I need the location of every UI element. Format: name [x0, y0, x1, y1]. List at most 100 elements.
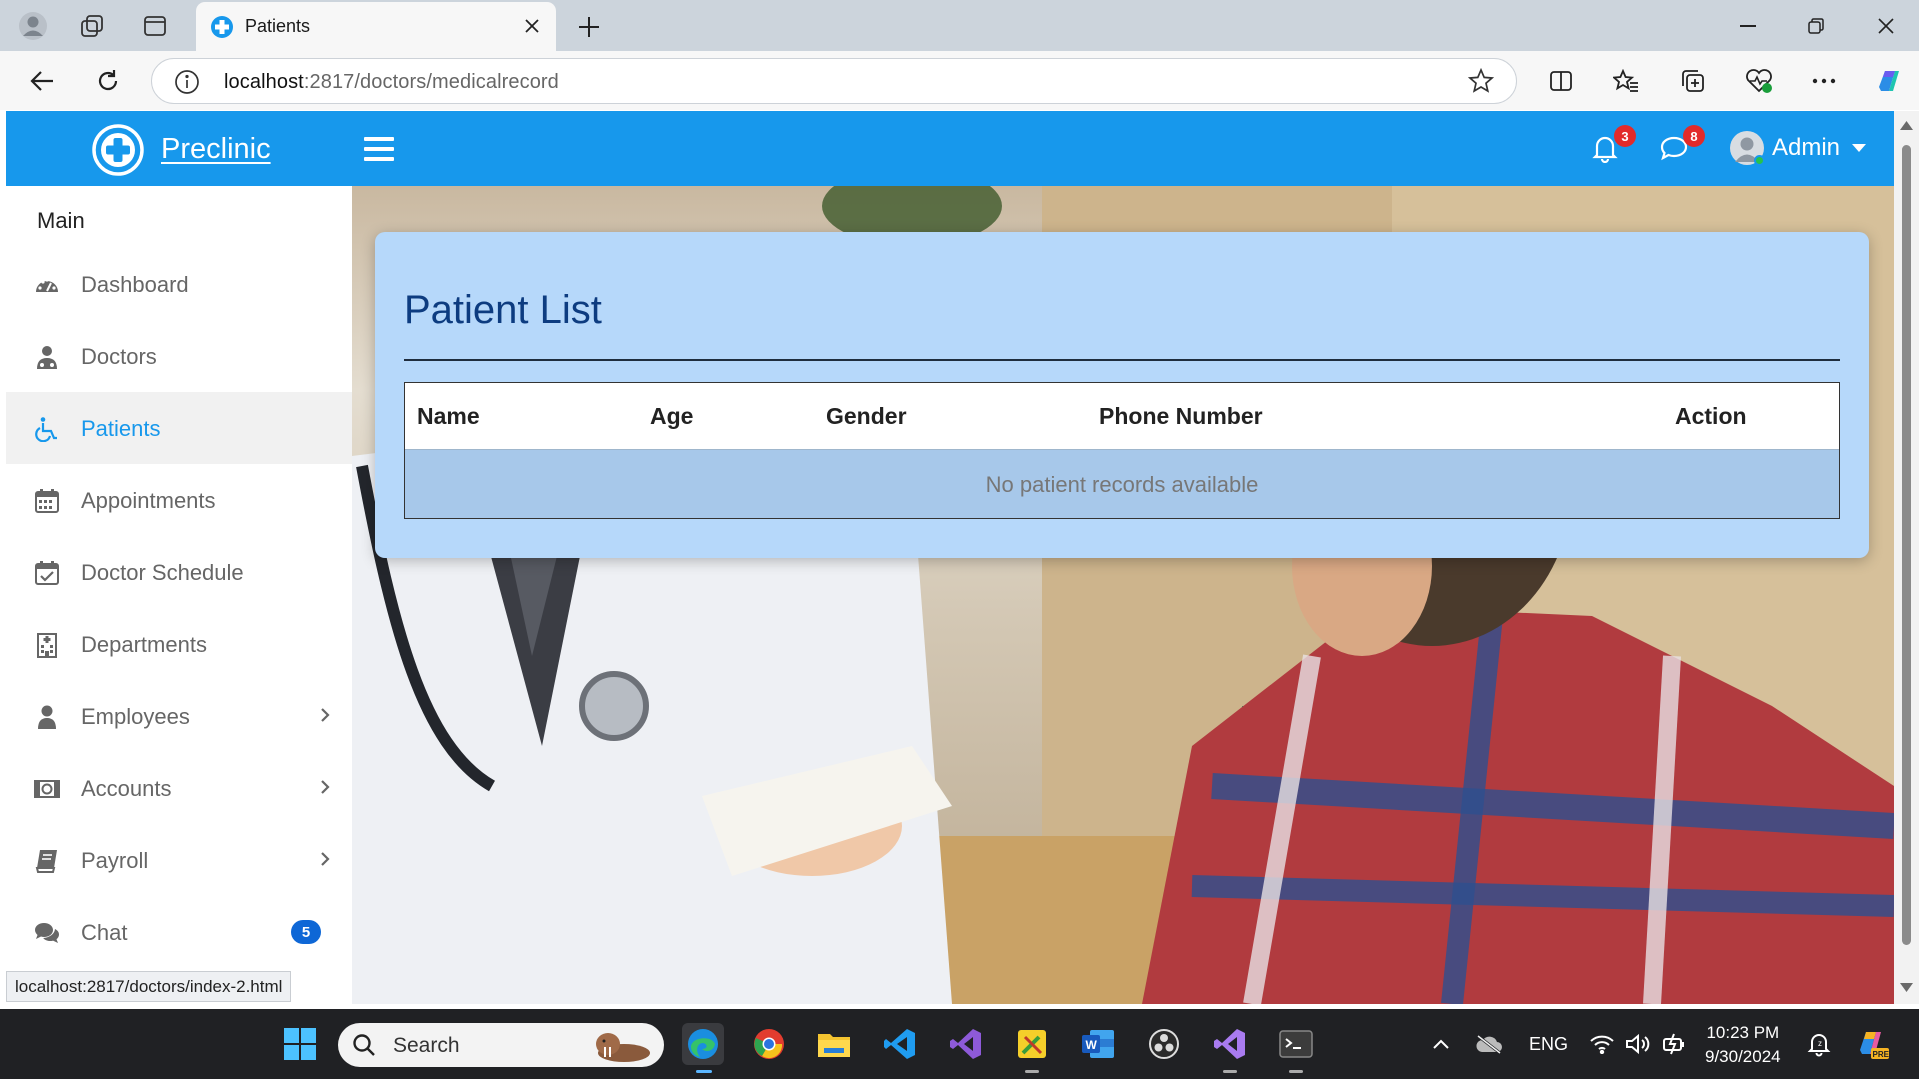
patient-list-card: Patient List Name Age Gender Phone Numbe…: [375, 232, 1869, 558]
search-highlight-walrus-icon: [596, 1033, 650, 1062]
column-header-name[interactable]: Name: [417, 403, 480, 430]
page-scrollbar[interactable]: [1894, 111, 1919, 1004]
taskbar-search[interactable]: Search: [338, 1023, 664, 1067]
language-indicator[interactable]: ENG: [1529, 1034, 1568, 1055]
taskbar-visual-studio-2[interactable]: [1209, 1023, 1251, 1065]
site-info-icon[interactable]: [174, 69, 200, 95]
brand-name[interactable]: Preclinic: [161, 133, 271, 166]
scroll-down-arrow-icon[interactable]: [1900, 983, 1913, 992]
minimize-button[interactable]: [1720, 6, 1776, 46]
dashboard-icon: [36, 278, 58, 292]
hamburger-menu-icon[interactable]: [364, 135, 394, 163]
copilot-icon[interactable]: [1869, 61, 1909, 101]
messages-button[interactable]: 8: [1659, 125, 1705, 167]
workspaces-icon[interactable]: [74, 8, 110, 44]
sidebar-item-appointments[interactable]: Appointments: [6, 464, 352, 536]
messages-badge: 8: [1683, 125, 1705, 147]
edge-browser-icon: [688, 1029, 718, 1059]
taskbar-tool-app[interactable]: [1011, 1023, 1053, 1065]
running-app-indicator: [1289, 1070, 1303, 1073]
scroll-up-arrow-icon[interactable]: [1900, 121, 1913, 130]
comments-icon: [35, 923, 59, 943]
back-button[interactable]: [22, 61, 62, 101]
wheelchair-icon: [35, 417, 57, 442]
sidebar-item-label: Patients: [81, 416, 161, 441]
restore-button[interactable]: [1788, 6, 1844, 46]
taskbar-obs[interactable]: [1143, 1023, 1185, 1065]
windows-logo-icon: [284, 1028, 316, 1060]
favorite-star-icon[interactable]: [1468, 68, 1494, 94]
sidebar-item-label: Employees: [81, 704, 190, 729]
copilot-pre-icon: PRE: [1860, 1032, 1890, 1059]
sidebar-item-label: Dashboard: [81, 272, 189, 297]
new-tab-button[interactable]: [572, 10, 606, 44]
chevron-up-icon: [1433, 1039, 1449, 1049]
start-button[interactable]: [279, 1023, 321, 1065]
scrollbar-thumb[interactable]: [1902, 145, 1911, 945]
sidebar-item-departments[interactable]: Departments: [6, 608, 352, 680]
taskbar-word[interactable]: W: [1077, 1023, 1119, 1065]
split-screen-icon[interactable]: [1541, 61, 1581, 101]
sidebar-item-dashboard[interactable]: Dashboard: [6, 248, 352, 320]
tab-actions-icon[interactable]: [137, 8, 173, 44]
clinic-favicon-icon: [211, 16, 233, 38]
battery-status[interactable]: [1653, 1023, 1695, 1065]
close-tab-icon[interactable]: [518, 12, 546, 40]
table-body: No patient records available: [405, 450, 1839, 518]
clinic-logo-icon[interactable]: [92, 124, 144, 176]
sidebar-item-employees[interactable]: Employees: [6, 680, 352, 752]
taskbar-edge[interactable]: [682, 1023, 724, 1065]
sidebar-item-accounts[interactable]: Accounts: [6, 752, 352, 824]
column-header-phone-number[interactable]: Phone Number: [1099, 403, 1263, 430]
page-title: Patient List: [404, 288, 602, 332]
sidebar-item-label: Doctor Schedule: [81, 560, 244, 585]
close-window-button[interactable]: [1858, 6, 1914, 46]
favorites-icon[interactable]: [1606, 61, 1646, 101]
taskbar-file-explorer[interactable]: [813, 1023, 855, 1065]
obs-icon: [1149, 1029, 1179, 1059]
active-app-indicator: [696, 1070, 712, 1073]
windows-taskbar: Search W ENG 10:23 PM 9/30/2024 z PRE: [0, 1009, 1919, 1079]
profile-icon[interactable]: [15, 8, 51, 44]
sidebar-item-patients[interactable]: Patients: [6, 392, 352, 464]
svg-text:PRE: PRE: [1873, 1050, 1890, 1059]
speaker-icon: [1626, 1033, 1650, 1055]
reload-button[interactable]: [88, 61, 128, 101]
more-options-icon[interactable]: [1804, 61, 1844, 101]
clock-time: 10:23 PM: [1706, 1023, 1780, 1042]
system-clock[interactable]: 10:23 PM 9/30/2024: [1705, 1021, 1781, 1069]
taskbar-vscode[interactable]: [879, 1023, 921, 1065]
running-app-indicator: [1223, 1070, 1237, 1073]
battery-charging-icon: [1663, 1033, 1684, 1055]
taskbar-visual-studio[interactable]: [945, 1023, 987, 1065]
column-header-age[interactable]: Age: [650, 403, 693, 430]
notifications-button[interactable]: 3: [1590, 125, 1636, 167]
address-bar[interactable]: localhost:2817/doctors/medicalrecord: [151, 58, 1517, 104]
browser-essentials-icon[interactable]: [1739, 61, 1779, 101]
collections-icon[interactable]: [1673, 61, 1713, 101]
sidebar-item-chat[interactable]: Chat 5: [6, 896, 352, 968]
sidebar-item-doctors[interactable]: Doctors: [6, 320, 352, 392]
sidebar-item-doctor-schedule[interactable]: Doctor Schedule: [6, 536, 352, 608]
admin-user-menu[interactable]: Admin: [1730, 128, 1867, 168]
do-not-disturb-bell-icon: z: [1807, 1034, 1831, 1057]
tab-patients[interactable]: Patients: [196, 2, 556, 51]
app-header: Preclinic 3 8 Admin: [6, 111, 1894, 186]
svg-text:W: W: [1086, 1038, 1098, 1052]
sidebar-item-label: Chat: [81, 920, 128, 945]
calendar-icon: [35, 489, 59, 513]
onedrive-status[interactable]: [1468, 1023, 1510, 1065]
empty-state-message: No patient records available: [985, 472, 1259, 497]
taskbar-terminal[interactable]: [1275, 1023, 1317, 1065]
sidebar-item-payroll[interactable]: Payroll: [6, 824, 352, 896]
chevron-right-icon: [321, 852, 330, 866]
notification-center-button[interactable]: z: [1798, 1023, 1840, 1065]
taskbar-chrome[interactable]: [748, 1023, 790, 1065]
book-icon: [35, 850, 57, 873]
column-header-gender[interactable]: Gender: [826, 403, 907, 430]
caret-down-icon: [1852, 144, 1867, 152]
copilot-taskbar-button[interactable]: PRE: [1851, 1023, 1893, 1065]
show-hidden-icons-button[interactable]: [1420, 1023, 1462, 1065]
clock-date: 9/30/2024: [1705, 1047, 1781, 1066]
url-text[interactable]: localhost:2817/doctors/medicalrecord: [224, 71, 559, 94]
